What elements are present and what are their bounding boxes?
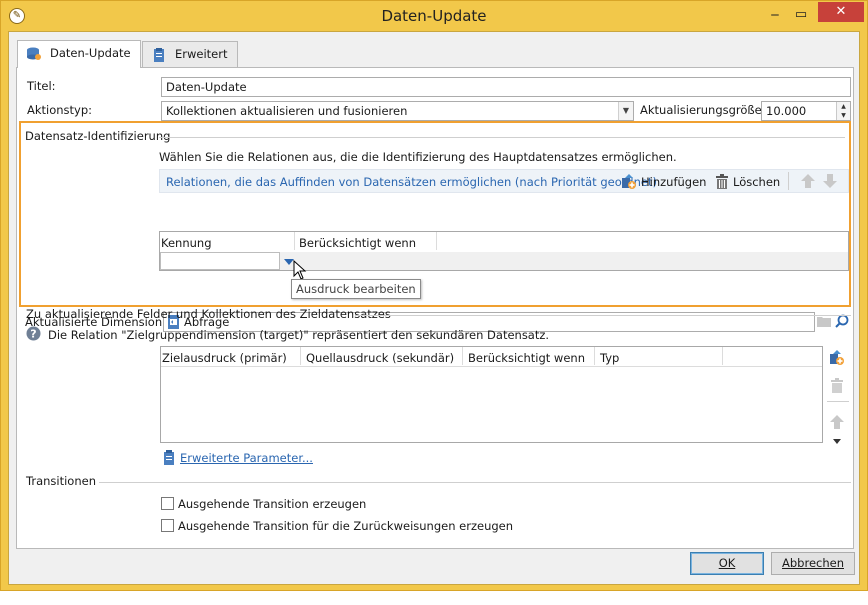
section-divider <box>159 137 845 138</box>
ok-button[interactable]: OK <box>690 552 764 575</box>
add-field-icon[interactable] <box>829 350 845 369</box>
identification-section: Datensatz-Identifizierung Wählen Sie die… <box>19 121 851 332</box>
title-input[interactable]: Daten-Update <box>161 77 851 97</box>
ok-label: OK <box>718 556 736 570</box>
rejection-transition-label: Ausgehende Transition für die Zurückweis… <box>178 519 514 533</box>
title-label: Titel: <box>27 79 56 93</box>
maximize-button[interactable]: ▭ <box>789 5 813 25</box>
clipboard-icon <box>151 47 167 62</box>
move-up-icon[interactable] <box>829 414 845 433</box>
clipboard-icon <box>162 450 176 468</box>
spinner-icon[interactable]: ▲ ▼ <box>836 102 850 120</box>
fields-info-text: Die Relation "Zielgruppendimension (targ… <box>48 328 550 342</box>
move-up-icon[interactable] <box>800 173 816 192</box>
section-divider <box>99 482 851 483</box>
action-type-value: Kollektionen aktualisieren und fusionier… <box>166 104 408 118</box>
relations-caption: Relationen, die das Auffinden von Datens… <box>166 175 657 189</box>
rejection-transition-checkbox[interactable] <box>161 519 174 532</box>
identification-title: Datensatz-Identifizierung <box>25 129 171 143</box>
toolbar-divider <box>827 401 849 402</box>
column-header-kennung[interactable]: Kennung <box>161 236 212 250</box>
column-separator <box>436 232 437 250</box>
folder-icon[interactable] <box>817 315 831 330</box>
close-button[interactable]: ✕ <box>818 2 864 22</box>
cancel-label: Abbrechen <box>782 556 844 570</box>
fields-grid: Zielausdruck (primär) Quellausdruck (sek… <box>160 346 823 443</box>
tab-label: Daten-Update <box>50 46 131 60</box>
tab-daten-update[interactable]: Daten-Update <box>17 40 141 68</box>
column-separator <box>594 347 595 365</box>
delete-label: Löschen <box>733 175 781 189</box>
add-label: Hinzufügen <box>641 175 707 189</box>
edit-expression-tooltip: Ausdruck bearbeiten <box>291 279 421 299</box>
kennung-cell-input[interactable] <box>160 252 280 270</box>
column-separator <box>294 232 295 250</box>
dialog-window: ✎ Daten-Update ‒ ▭ ✕ Daten-Update Erweit… <box>0 0 868 591</box>
column-separator <box>722 347 723 365</box>
trash-icon[interactable] <box>830 378 844 397</box>
batch-size-input[interactable]: 10.000 ▲ ▼ <box>761 101 851 121</box>
svg-text:?: ? <box>30 328 36 341</box>
outgoing-transition-label: Ausgehende Transition erzeugen <box>178 497 367 511</box>
window-title: Daten-Update <box>381 7 487 25</box>
toolbar-divider <box>788 172 789 190</box>
more-down-icon[interactable] <box>833 434 841 448</box>
add-relation-icon <box>621 174 637 193</box>
action-type-select[interactable]: Kollektionen aktualisieren und fusionier… <box>161 101 634 121</box>
tab-erweitert[interactable]: Erweitert <box>142 41 238 67</box>
column-header-type[interactable]: Typ <box>600 351 619 365</box>
column-header-condition[interactable]: Berücksichtigt wenn <box>299 236 416 250</box>
tab-label: Erweitert <box>175 47 228 61</box>
chevron-down-icon[interactable]: ▼ <box>618 102 633 120</box>
trash-icon <box>715 174 729 193</box>
batch-size-label: Aktualisierungsgröße: <box>640 103 766 117</box>
minimize-button[interactable]: ‒ <box>763 5 787 25</box>
database-icon <box>26 47 42 61</box>
title-bar[interactable]: ✎ Daten-Update ‒ ▭ ✕ <box>1 1 867 31</box>
identification-hint: Wählen Sie die Relationen aus, die die I… <box>159 150 677 164</box>
header-divider <box>161 366 822 367</box>
move-down-icon[interactable] <box>822 173 838 192</box>
transitions-title: Transitionen <box>26 474 96 488</box>
column-separator <box>300 347 301 365</box>
help-icon: ? <box>26 326 41 344</box>
column-header-source[interactable]: Quellausdruck (sekundär) <box>306 351 454 365</box>
relations-grid: Kennung Berücksichtigt wenn <box>159 231 849 271</box>
cancel-button[interactable]: Abbrechen <box>771 552 855 575</box>
fields-section-title: Zu aktualisierende Felder und Kollektion… <box>26 307 391 321</box>
search-icon[interactable] <box>835 314 849 331</box>
column-separator <box>462 347 463 365</box>
relations-toolbar: Relationen, die das Auffinden von Datens… <box>159 169 849 193</box>
action-type-label: Aktionstyp: <box>27 103 93 117</box>
column-header-condition[interactable]: Berücksichtigt wenn <box>468 351 585 365</box>
outgoing-transition-checkbox[interactable] <box>161 497 174 510</box>
advanced-parameters-link[interactable]: Erweiterte Parameter... <box>180 451 313 465</box>
table-row[interactable] <box>160 252 848 270</box>
section-divider <box>355 315 851 316</box>
dialog-client: Daten-Update Erweitert Titel: Daten-Upda… <box>8 31 860 585</box>
batch-size-value: 10.000 <box>766 104 807 118</box>
column-header-target[interactable]: Zielausdruck (primär) <box>162 351 287 365</box>
